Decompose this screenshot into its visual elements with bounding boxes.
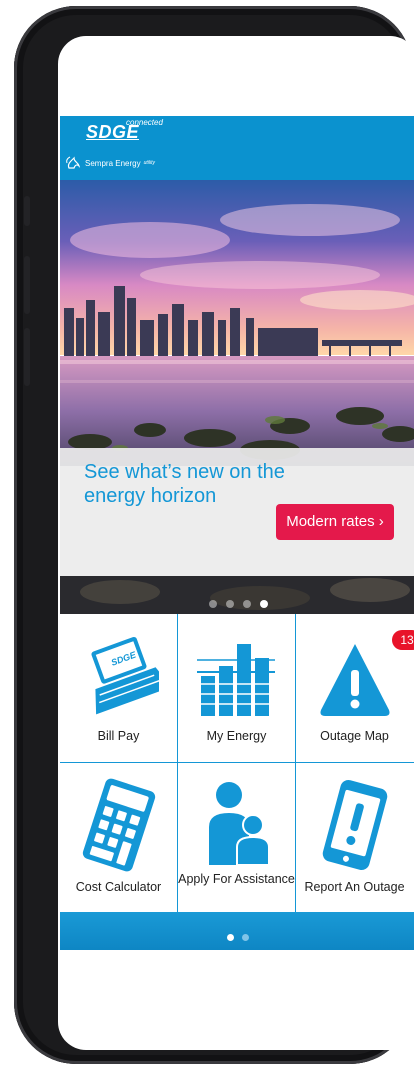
tile-label: Apply For Assistance xyxy=(178,872,295,886)
promo-banner: See what’s new on the energy horizon Mod… xyxy=(60,448,414,576)
mute-switch xyxy=(24,196,30,226)
volume-down-button xyxy=(24,328,30,386)
footer-bar xyxy=(60,912,414,950)
connected-tagline: connected xyxy=(126,118,163,127)
volume-up-button xyxy=(24,256,30,314)
sempra-logo: Sempra Energy utility xyxy=(66,156,155,170)
tile-label: Cost Calculator xyxy=(75,880,162,894)
page-dot[interactable] xyxy=(242,934,249,941)
tile-report-an-outage[interactable]: Report An Outage xyxy=(296,763,413,911)
carousel-dots xyxy=(60,600,414,608)
tile-apply-for-assistance[interactable]: Apply For Assistance xyxy=(178,763,295,911)
sdge-app: SDGE connected Sempra Energy utility See… xyxy=(60,116,414,979)
carousel-dot[interactable] xyxy=(208,600,217,608)
carousel-dot[interactable] xyxy=(225,600,234,608)
tile-label: Outage Map xyxy=(320,729,389,743)
app-header: SDGE connected Sempra Energy utility xyxy=(60,116,414,180)
sempra-utility: utility xyxy=(143,160,155,166)
promo-headline: See what’s new on the energy horizon xyxy=(84,461,285,507)
tile-cost-calculator[interactable]: Cost Calculator xyxy=(60,763,177,911)
phone-alert-icon xyxy=(296,777,413,870)
carousel-dot-active[interactable] xyxy=(259,600,268,608)
tile-bill-pay[interactable]: SDGE Bill Pay xyxy=(60,614,177,762)
feature-grid: SDGE Bill Pay My Energy 13 Outage Map Co… xyxy=(60,614,414,912)
calculator-icon xyxy=(60,777,177,872)
tile-label: Report An Outage xyxy=(304,880,405,894)
page-dot-active[interactable] xyxy=(227,934,234,941)
bar-chart-icon xyxy=(178,632,295,722)
phone-screen: SDGE connected Sempra Energy utility See… xyxy=(58,36,414,1050)
outage-count-badge: 13 xyxy=(392,630,414,650)
sempra-name: Sempra Energy xyxy=(85,158,141,168)
tile-label: Bill Pay xyxy=(97,729,140,743)
carousel-dot[interactable] xyxy=(242,600,251,608)
tile-label: My Energy xyxy=(206,729,267,743)
laptop-bill-icon: SDGE xyxy=(60,632,177,722)
page-indicator xyxy=(60,934,414,941)
hero-carousel[interactable]: See what’s new on the energy horizon Mod… xyxy=(60,180,414,614)
sempra-flame-icon xyxy=(66,156,81,169)
people-icon xyxy=(178,775,295,866)
modern-rates-button[interactable]: Modern rates › xyxy=(276,504,394,540)
tile-my-energy[interactable]: My Energy xyxy=(178,614,295,762)
phone-frame: SDGE connected Sempra Energy utility See… xyxy=(14,6,414,1064)
tile-outage-map[interactable]: 13 Outage Map xyxy=(296,614,414,762)
